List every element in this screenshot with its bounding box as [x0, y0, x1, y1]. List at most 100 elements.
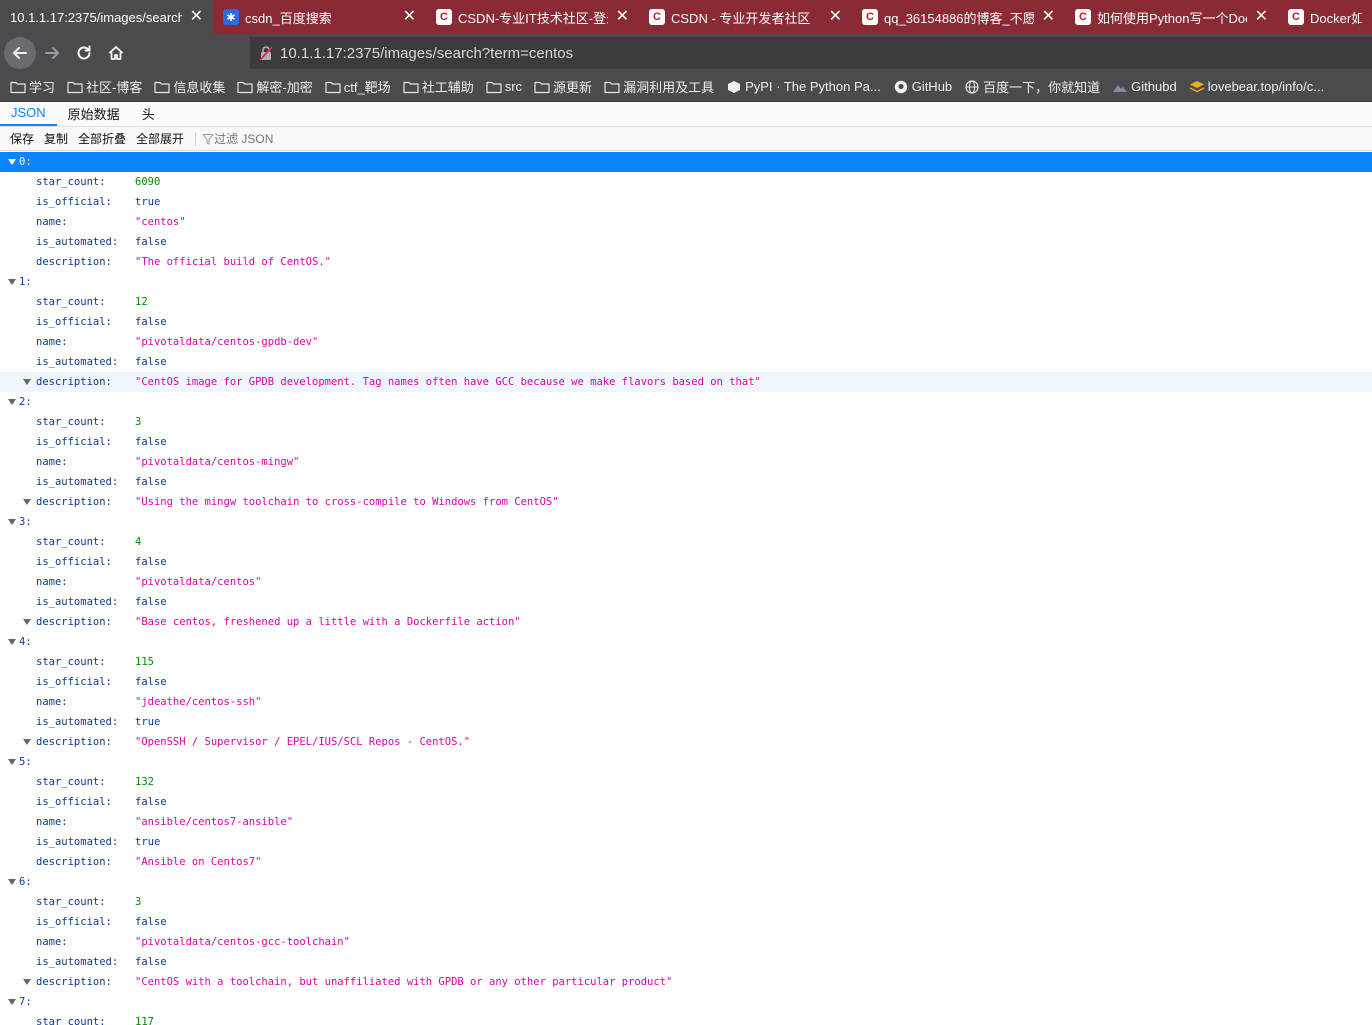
property-value: 12	[135, 296, 148, 308]
property-key: name:	[36, 456, 68, 468]
json-property-row: star_count: 132	[0, 772, 1372, 792]
property-key: is_official:	[36, 196, 112, 208]
expand-toggle-icon[interactable]	[23, 379, 31, 385]
back-button[interactable]	[4, 37, 36, 69]
json-property-row[interactable]: description: "CentOS image for GPDB devel…	[0, 372, 1372, 392]
json-array-item[interactable]: 3:	[0, 512, 1372, 532]
bookmark-item[interactable]: ctf_靶场	[325, 77, 391, 96]
bookmark-item[interactable]: src	[486, 79, 522, 94]
bookmark-item[interactable]: 解密-加密	[237, 77, 313, 96]
json-array-item[interactable]: 6:	[0, 872, 1372, 892]
close-tab-icon[interactable]: ✕	[190, 9, 203, 25]
property-key: description:	[36, 856, 112, 868]
bookmark-item[interactable]: 信息收集	[154, 77, 225, 96]
bookmark-item[interactable]: 社区-博客	[67, 77, 142, 96]
json-property-row: is_automated: false	[0, 352, 1372, 372]
browser-tab[interactable]: Cqq_36154886的博客_不愿意透露姓名 ✕	[852, 0, 1065, 34]
bookmark-item[interactable]: PyPI · The Python Pa...	[726, 79, 881, 94]
expand-toggle-icon[interactable]	[8, 519, 16, 525]
json-array-item[interactable]: 4:	[0, 632, 1372, 652]
json-property-row: is_automated: true	[0, 712, 1372, 732]
expand-toggle-icon[interactable]	[8, 759, 16, 765]
viewer-tab[interactable]: 头	[131, 101, 166, 126]
property-value: 3	[135, 896, 142, 908]
close-tab-icon[interactable]: ✕	[616, 9, 629, 25]
bookmark-label: 信息收集	[173, 80, 226, 95]
json-property-row[interactable]: description: "Base centos, freshened up a…	[0, 612, 1372, 632]
browser-tab[interactable]: C CSDN-专业IT技术社区-登录 ✕	[426, 0, 639, 34]
bookmark-item[interactable]: lovebear.top/info/c...	[1189, 79, 1324, 94]
expand-toggle-icon[interactable]	[8, 399, 16, 405]
expand-toggle-icon[interactable]	[23, 739, 31, 745]
json-array-item[interactable]: 0:	[0, 152, 1372, 172]
expand-toggle-icon[interactable]	[8, 279, 16, 285]
close-tab-icon[interactable]: ✕	[1042, 9, 1055, 25]
json-property-row: is_official: false	[0, 432, 1372, 452]
property-value: 4	[135, 536, 142, 548]
expand-all-button[interactable]: 全部展开	[131, 130, 189, 147]
expand-toggle-icon[interactable]	[8, 999, 16, 1005]
filter-icon	[202, 133, 214, 144]
bookmark-item[interactable]: 百度一下，你就知道	[964, 77, 1100, 96]
bookmark-label: 解密-加密	[256, 80, 313, 95]
reload-button[interactable]	[68, 37, 100, 69]
json-property-row[interactable]: description: "Using the mingw toolchain t…	[0, 492, 1372, 512]
bookmark-item[interactable]: Githubd	[1112, 79, 1177, 94]
property-key: star_count:	[36, 536, 106, 548]
property-value: true	[135, 196, 161, 208]
json-array-item[interactable]: 7:	[0, 992, 1372, 1012]
forward-button[interactable]	[36, 37, 68, 69]
expand-toggle-icon[interactable]	[23, 619, 31, 625]
json-property-row[interactable]: description: "CentOS with a toolchain, bu…	[0, 972, 1372, 992]
bookmark-label: PyPI · The Python Pa...	[745, 79, 881, 94]
browser-tab[interactable]: C 如何使用Python写一个Docker ✕	[1065, 0, 1278, 34]
json-property-row: name: "pivotaldata/centos"	[0, 572, 1372, 592]
json-array-item[interactable]: 5:	[0, 752, 1372, 772]
github-icon	[893, 80, 909, 94]
close-tab-icon[interactable]: ✕	[1255, 9, 1268, 25]
expand-toggle-icon[interactable]	[8, 879, 16, 885]
folder-icon	[154, 80, 170, 94]
bookmark-label: lovebear.top/info/c...	[1207, 79, 1325, 94]
json-property-row: is_official: false	[0, 312, 1372, 332]
collapse-all-button[interactable]: 全部折叠	[73, 130, 131, 147]
property-value: "ansible/centos7-ansible"	[135, 816, 294, 828]
expand-toggle-icon[interactable]	[23, 499, 31, 505]
json-property-row: is_official: false	[0, 912, 1372, 932]
filter-json-input[interactable]	[214, 131, 315, 146]
close-tab-icon[interactable]: ✕	[829, 9, 842, 25]
copy-button[interactable]: 复制	[39, 130, 73, 147]
expand-toggle-icon[interactable]	[8, 639, 16, 645]
property-key: star_count:	[36, 296, 106, 308]
viewer-tab[interactable]: JSON	[0, 101, 57, 126]
json-property-row[interactable]: description: "OpenSSH / Supervisor / EPEL…	[0, 732, 1372, 752]
home-button[interactable]	[100, 37, 132, 69]
json-array-item[interactable]: 2:	[0, 392, 1372, 412]
json-property-row: is_automated: false	[0, 952, 1372, 972]
bookmark-item[interactable]: 源更新	[534, 77, 592, 96]
close-tab-icon[interactable]: ✕	[403, 9, 416, 25]
property-key: is_official:	[36, 556, 112, 568]
json-array-item[interactable]: 1:	[0, 272, 1372, 292]
csdn-logo-icon: C	[649, 9, 665, 25]
browser-tab[interactable]: C CSDN - 专业开发者社区 ✕	[639, 0, 852, 34]
url-bar[interactable]	[250, 37, 1372, 69]
property-value: "pivotaldata/centos-gpdb-dev"	[135, 336, 319, 348]
expand-toggle-icon[interactable]	[8, 159, 16, 165]
bookmark-item[interactable]: 漏洞利用及工具	[604, 77, 714, 96]
property-value: false	[135, 796, 167, 808]
expand-toggle-icon[interactable]	[23, 979, 31, 985]
viewer-tab[interactable]: 原始数据	[57, 101, 131, 126]
browser-tab[interactable]: ✱ csdn_百度搜索 ✕	[213, 0, 426, 34]
bookmark-item[interactable]: 社工辅助	[403, 77, 474, 96]
browser-tab[interactable]: C Docker如何	[1278, 0, 1372, 34]
bookmark-item[interactable]: GitHub	[893, 79, 952, 94]
array-index: 5:	[19, 756, 32, 768]
save-button[interactable]: 保存	[5, 130, 39, 147]
url-input[interactable]	[280, 44, 880, 62]
folder-icon	[403, 80, 419, 94]
json-property-row: is_automated: true	[0, 832, 1372, 852]
property-key: star_count:	[36, 896, 106, 908]
bookmark-item[interactable]: 学习	[10, 77, 55, 96]
browser-tab[interactable]: 10.1.1.17:2375/images/search?term=centos…	[0, 0, 213, 34]
